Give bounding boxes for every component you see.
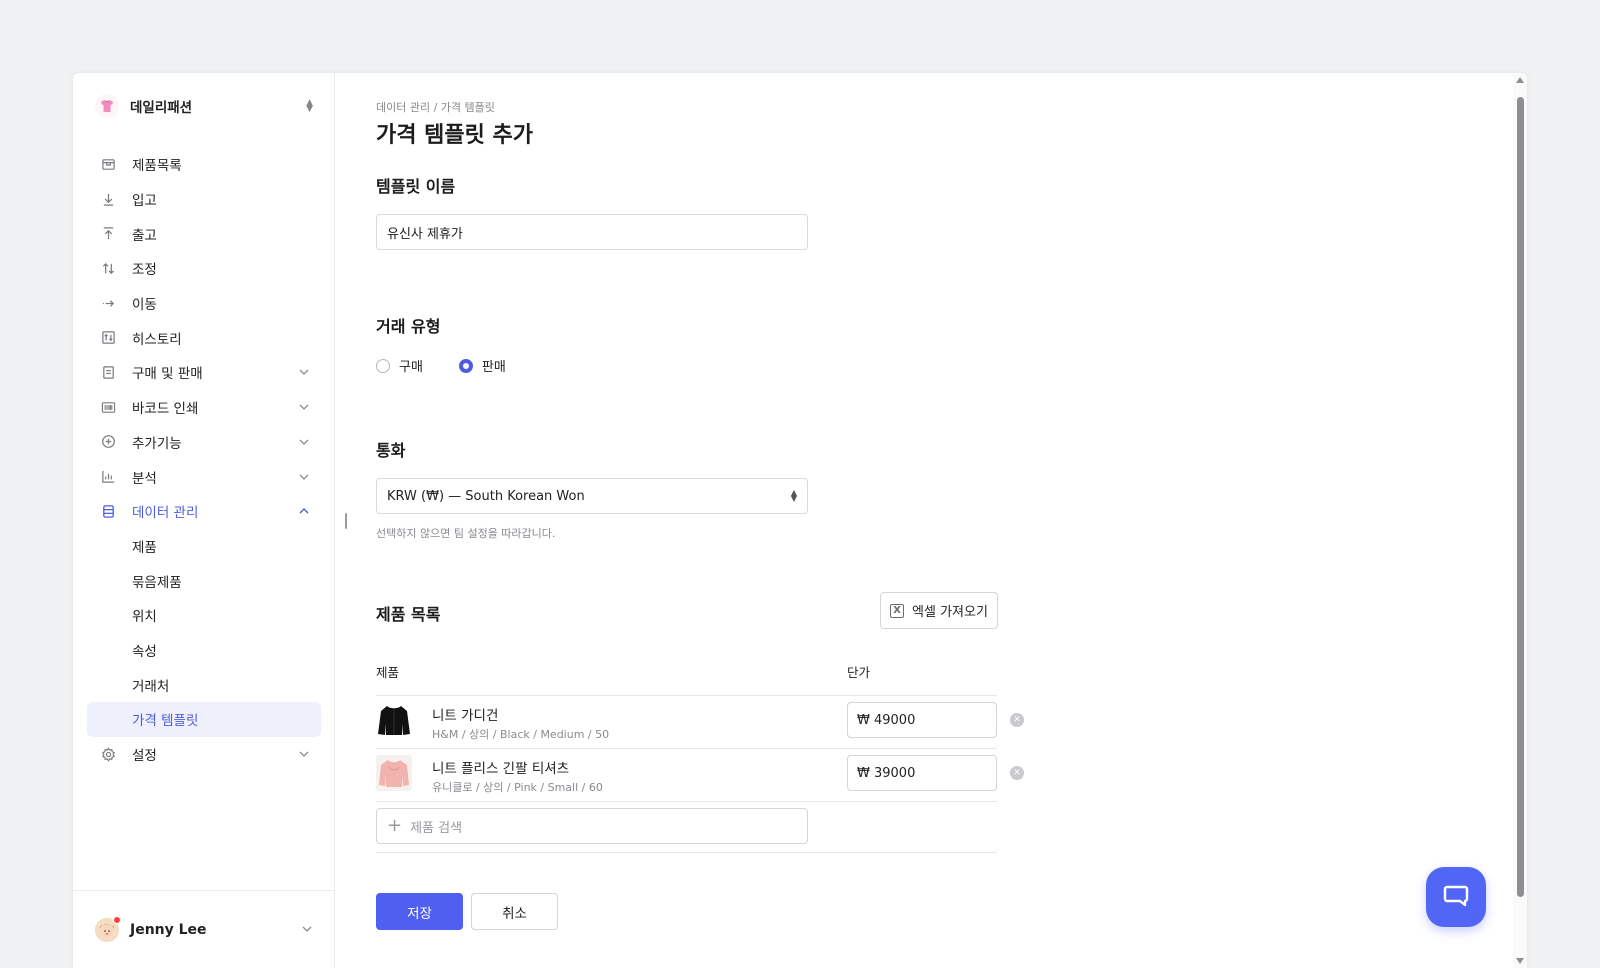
plus-circle-icon: [99, 433, 117, 451]
product-name: 니트 플리스 긴팔 티셔츠: [432, 761, 570, 777]
sidebar-item-purchase-sales[interactable]: 구매 및 판매: [87, 355, 321, 390]
sidebar-item-transfer[interactable]: 이동: [87, 286, 321, 321]
document-icon: [99, 363, 117, 381]
database-icon: [99, 502, 117, 520]
sidebar-subitem-locations[interactable]: 위치: [87, 598, 321, 633]
product-list-label: 제품 목록: [376, 605, 441, 624]
gear-icon: [99, 745, 117, 763]
user-name: Jenny Lee: [130, 921, 207, 938]
plus-icon: +: [387, 815, 403, 836]
chevron-down-icon: [297, 435, 311, 449]
sidebar-subitem-bundles[interactable]: 묶음제품: [87, 563, 321, 598]
table-row: 니트 가디건 H&M / 상의 / Black / Medium / 50 ₩ …: [376, 696, 1024, 748]
template-name-label: 템플릿 이름: [376, 177, 456, 196]
product-thumbnail: [376, 702, 412, 738]
workspace-switcher[interactable]: 데일리패션 ▲ ▼: [95, 91, 313, 121]
radio-sales-label: 판매: [481, 360, 506, 375]
radio-sales[interactable]: [458, 358, 473, 373]
product-thumbnail: [376, 755, 412, 791]
remove-row-icon[interactable]: ✕: [1010, 766, 1024, 780]
remove-row-icon[interactable]: ✕: [1010, 713, 1024, 727]
product-meta: 유니클로 / 상의 / Pink / Small / 60: [432, 781, 603, 794]
sidebar-item-barcode[interactable]: 바코드 인쇄: [87, 390, 321, 425]
template-name-input[interactable]: 유신사 제휴가: [376, 214, 808, 250]
currency-hint: 선택하지 않으면 팀 설정을 따라갑니다.: [376, 527, 556, 540]
chevron-up-icon: [297, 504, 311, 518]
table-divider: [376, 852, 997, 853]
chat-support-button[interactable]: [1426, 867, 1486, 927]
chevron-down-icon: [301, 920, 313, 939]
cancel-button[interactable]: 취소: [471, 893, 558, 930]
avatar: [95, 915, 121, 942]
product-meta: H&M / 상의 / Black / Medium / 50: [432, 728, 610, 741]
sidebar-item-history[interactable]: 히스토리: [87, 320, 321, 355]
radio-purchase[interactable]: [376, 358, 390, 373]
scrollbar-thumb[interactable]: [1517, 97, 1524, 897]
table-row: 니트 플리스 긴팔 티셔츠 유니클로 / 상의 / Pink / Small /…: [376, 749, 1024, 801]
arrow-up-icon: [99, 225, 117, 243]
currency-selected-value: KRW (₩) — South Korean Won: [387, 488, 585, 504]
sidebar-item-outbound[interactable]: 출고: [87, 216, 321, 251]
currency-label: 통화: [376, 441, 406, 460]
column-header-product: 제품: [376, 665, 400, 680]
chevron-down-icon: [297, 747, 311, 761]
sidebar-subitem-partners[interactable]: 거래처: [87, 667, 321, 702]
sort-arrows-icon: ▲ ▼: [306, 98, 313, 114]
page-title: 가격 템플릿 추가: [376, 123, 533, 148]
chevron-down-icon: [297, 400, 311, 414]
scroll-up-arrow-icon[interactable]: [1516, 77, 1524, 83]
sidebar-subitem-products[interactable]: 제품: [87, 529, 321, 564]
unit-price-input[interactable]: ₩ 49000: [847, 702, 997, 738]
app-window: 데일리패션 ▲ ▼ 제품목록 입고 출고 조정 이동 히스토리 구매 및 판매 …: [73, 73, 1527, 968]
unit-price-input[interactable]: ₩ 39000: [847, 755, 997, 791]
sidebar-item-data-management[interactable]: 데이터 관리: [87, 494, 321, 529]
sidebar: 데일리패션 ▲ ▼ 제품목록 입고 출고 조정 이동 히스토리 구매 및 판매 …: [73, 73, 335, 968]
notification-dot: [113, 915, 121, 924]
sidebar-item-addons[interactable]: 추가기능: [87, 425, 321, 460]
sidebar-item-analytics[interactable]: 분석: [87, 459, 321, 494]
box-icon: [99, 155, 117, 173]
sidebar-item-settings[interactable]: 설정: [87, 737, 321, 772]
sidebar-subitem-price-templates[interactable]: 가격 템플릿: [87, 702, 321, 737]
product-search-input[interactable]: + 제품 검색: [376, 808, 808, 844]
workspace-name: 데일리패션: [130, 100, 193, 116]
import-excel-button[interactable]: X 엑셀 가져오기: [880, 592, 998, 629]
arrow-down-icon: [99, 190, 117, 208]
user-menu[interactable]: Jenny Lee: [73, 890, 335, 968]
radio-purchase-label: 구매: [399, 360, 423, 375]
sidebar-item-adjust[interactable]: 조정: [87, 251, 321, 286]
trade-type-radio-group: 구매 판매: [376, 356, 506, 375]
sidebar-nav: 제품목록 입고 출고 조정 이동 히스토리 구매 및 판매 바코드 인쇄 추가기…: [87, 147, 321, 771]
main-content: 데이터 관리 / 가격 템플릿 가격 템플릿 추가 템플릿 이름 유신사 제휴가…: [376, 73, 1476, 968]
bar-chart-icon: [99, 468, 117, 486]
arrow-right-icon: [99, 294, 117, 312]
sidebar-resize-handle[interactable]: [345, 513, 347, 529]
table-divider: [376, 801, 997, 802]
sidebar-subitem-attributes[interactable]: 속성: [87, 633, 321, 668]
swap-vertical-icon: [99, 259, 117, 277]
chat-bubble-icon: [1441, 880, 1471, 914]
trade-type-label: 거래 유형: [376, 317, 441, 336]
select-arrows-icon: ▲ ▼: [790, 488, 797, 503]
scroll-down-arrow-icon[interactable]: [1516, 958, 1524, 964]
sidebar-item-products[interactable]: 제품목록: [87, 147, 321, 182]
vertical-scrollbar[interactable]: [1513, 73, 1527, 968]
history-icon: [99, 329, 117, 347]
product-name: 니트 가디건: [432, 708, 499, 724]
barcode-icon: [99, 398, 117, 416]
excel-icon: X: [890, 603, 905, 618]
sidebar-item-inbound[interactable]: 입고: [87, 182, 321, 217]
chevron-down-icon: [297, 365, 311, 379]
save-button[interactable]: 저장: [376, 893, 463, 930]
breadcrumb: 데이터 관리 / 가격 템플릿: [376, 101, 495, 114]
currency-select[interactable]: KRW (₩) — South Korean Won ▲ ▼: [376, 478, 808, 514]
shirt-logo-icon: [95, 94, 119, 118]
column-header-unit-price: 단가: [847, 665, 871, 680]
chevron-down-icon: [297, 470, 311, 484]
